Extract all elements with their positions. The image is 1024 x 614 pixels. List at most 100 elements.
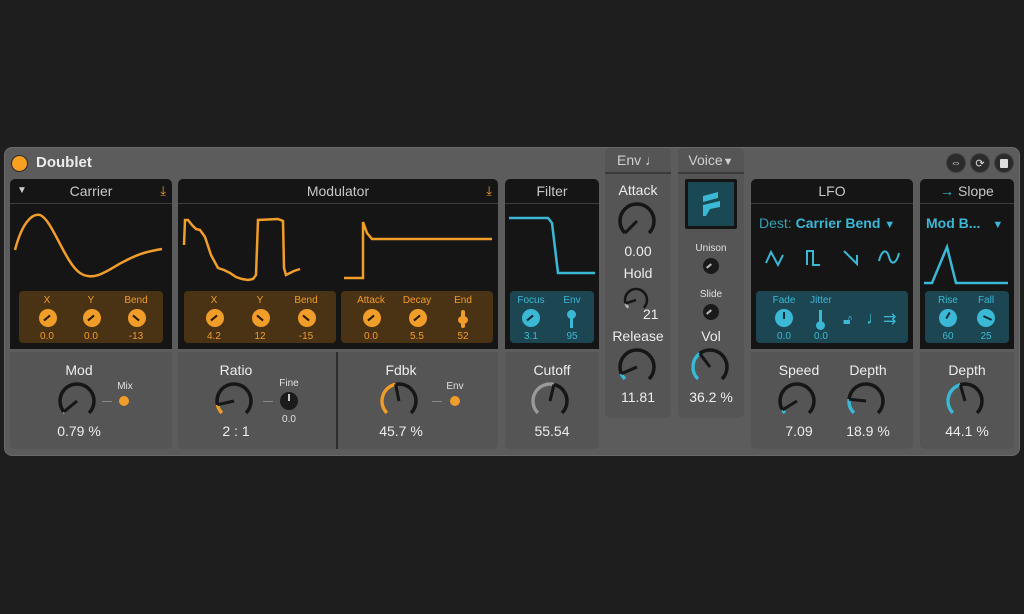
knob-track bbox=[618, 202, 656, 235]
knob-pointer bbox=[781, 399, 798, 412]
fdbk-value: 45.7 % bbox=[379, 423, 423, 439]
lfo-destination[interactable]: Dest: Carrier Bend ▼ bbox=[759, 215, 895, 231]
mod-x-knob[interactable] bbox=[206, 309, 224, 327]
jitter-slider[interactable] bbox=[816, 310, 825, 330]
save-preset-button[interactable] bbox=[994, 153, 1014, 173]
mod-decay-knob[interactable] bbox=[409, 309, 427, 327]
carrier-y-knob[interactable] bbox=[83, 309, 101, 327]
mod-y-knob[interactable] bbox=[252, 309, 270, 327]
knob-pointer bbox=[548, 384, 556, 402]
device-title: Doublet bbox=[36, 154, 92, 171]
mod-attack-knob[interactable] bbox=[363, 309, 381, 327]
fdbk-env-label: Env bbox=[446, 381, 464, 392]
carrier-bend-knob[interactable] bbox=[128, 309, 146, 327]
fdbk-knob[interactable] bbox=[379, 381, 419, 421]
knob-pointer bbox=[848, 397, 867, 403]
voice-dropdown-icon: ▼ bbox=[722, 156, 734, 168]
fall-knob[interactable] bbox=[977, 309, 995, 327]
slope-depth-knob[interactable] bbox=[945, 381, 985, 421]
modulator-download-icon[interactable]: ⤓ bbox=[486, 179, 492, 203]
fall-value: 25 bbox=[980, 331, 992, 342]
reset-button[interactable]: ⟳ bbox=[970, 153, 990, 173]
carrier-download-icon[interactable]: ⤓ bbox=[160, 179, 166, 203]
cutoff-value: 55.54 bbox=[534, 423, 570, 439]
slope-header: → Slope bbox=[920, 179, 1014, 204]
power-button[interactable] bbox=[11, 155, 28, 172]
fine-label: Fine bbox=[279, 378, 299, 389]
unison-knob[interactable] bbox=[703, 258, 719, 274]
saw-wave-icon[interactable] bbox=[843, 250, 858, 267]
mod-knob[interactable] bbox=[57, 381, 97, 421]
fade-knob[interactable] bbox=[775, 309, 793, 327]
knob-value-arc bbox=[380, 382, 397, 415]
focus-knob[interactable] bbox=[522, 309, 540, 327]
sync-note-icon[interactable]: ♩ bbox=[866, 308, 884, 329]
mod-y-value: 12 bbox=[254, 331, 266, 342]
reset-icon: ⟳ bbox=[975, 157, 985, 170]
mod-value: 0.79 % bbox=[57, 423, 101, 439]
lfo-title: LFO bbox=[818, 183, 846, 199]
square-wave-icon[interactable] bbox=[806, 250, 820, 266]
slope-section: → Slope Mod B... ▼ Rise 60 Fall 25 Depth bbox=[920, 179, 1014, 449]
attack-value: 0.00 bbox=[624, 243, 652, 259]
rise-knob[interactable] bbox=[939, 309, 957, 327]
mod-y-label: Y bbox=[256, 295, 264, 306]
speed-knob[interactable] bbox=[777, 381, 817, 421]
release-knob[interactable] bbox=[617, 347, 657, 387]
fdbk-env-toggle[interactable] bbox=[450, 396, 460, 406]
lfo-dest-value: Carrier Bend bbox=[795, 215, 881, 231]
save-preset-icon bbox=[1000, 158, 1008, 168]
filter-env-label: Env bbox=[563, 295, 581, 306]
vol-knob[interactable] bbox=[690, 347, 730, 387]
slide-knob[interactable] bbox=[703, 304, 719, 320]
slope-destination[interactable]: Mod B... ▼ bbox=[926, 215, 1003, 231]
mod-decay-value: 5.5 bbox=[410, 331, 424, 342]
voice-header[interactable]: Voice▼ bbox=[678, 148, 744, 174]
filter-env-value: 95 bbox=[566, 331, 578, 342]
mod-bend-label: Bend bbox=[294, 295, 318, 306]
carrier-header: ▼ Carrier ⤓ bbox=[10, 179, 172, 204]
vol-value: 36.2 % bbox=[689, 389, 733, 405]
mod-end-slider[interactable] bbox=[458, 310, 468, 328]
mod-bend-knob[interactable] bbox=[298, 309, 316, 327]
filter-env-slider[interactable] bbox=[567, 310, 576, 328]
lfo-depth-knob[interactable] bbox=[846, 381, 886, 421]
cutoff-knob[interactable] bbox=[530, 381, 570, 421]
fine-connector bbox=[263, 401, 273, 402]
sine-wave-icon[interactable] bbox=[878, 250, 900, 264]
ratio-label: Ratio bbox=[219, 362, 253, 378]
modulator-envelope-graph bbox=[344, 221, 492, 280]
note-icon[interactable]: ♩ bbox=[645, 152, 659, 168]
hot-swap-button[interactable]: ⇔ bbox=[946, 153, 966, 173]
env-connector bbox=[432, 401, 442, 402]
mix-toggle[interactable] bbox=[119, 396, 129, 406]
knob-pointer bbox=[625, 298, 637, 305]
hold-value: 21 bbox=[643, 306, 659, 322]
carrier-waveform bbox=[13, 213, 163, 278]
voice-title: Voice bbox=[688, 152, 723, 168]
filter-title: Filter bbox=[536, 183, 568, 199]
mod-bend-value: -15 bbox=[298, 331, 314, 342]
modulator-section: Modulator ⤓ X 4.2 Y 12 Bend -15 Attack 0… bbox=[178, 179, 498, 449]
triangle-wave-icon[interactable] bbox=[765, 249, 784, 268]
mod-decay-label: Decay bbox=[402, 295, 432, 306]
carrier-collapse-icon[interactable]: ▼ bbox=[17, 179, 27, 203]
retrigger-icon[interactable]: ⇉ bbox=[883, 309, 896, 329]
mod-end-value: 52 bbox=[457, 331, 469, 342]
modulator-title: Modulator bbox=[306, 183, 370, 199]
lfo-params: Fade 0.0 Jitter 0.0 🔓︎ ♩ ⇉ bbox=[756, 291, 908, 343]
fine-knob[interactable] bbox=[280, 392, 298, 410]
carrier-shape-params: X 0.0 Y 0.0 Bend -13 bbox=[19, 291, 163, 343]
unlock-icon[interactable]: 🔓︎ bbox=[843, 311, 852, 328]
fall-label: Fall bbox=[977, 295, 995, 306]
jitter-value: 0.0 bbox=[814, 331, 828, 342]
attack-knob[interactable] bbox=[617, 201, 657, 241]
lfo-dest-label: Dest: bbox=[759, 215, 792, 231]
slope-envelope-graph bbox=[924, 243, 1008, 285]
slope-arrow-icon[interactable]: → bbox=[940, 183, 954, 199]
carrier-x-knob[interactable] bbox=[39, 309, 57, 327]
knob-pointer bbox=[958, 384, 967, 402]
ratio-knob[interactable] bbox=[214, 381, 254, 421]
slope-params: Rise 60 Fall 25 bbox=[925, 291, 1009, 343]
hot-swap-icon: ⇔ bbox=[950, 157, 962, 169]
